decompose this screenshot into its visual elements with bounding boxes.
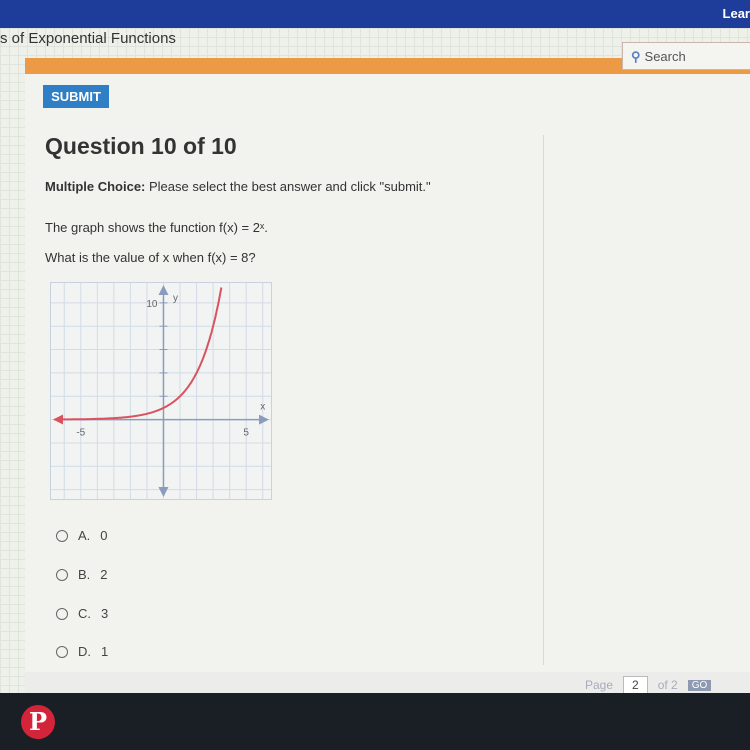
- x-axis-arrow: [259, 414, 269, 425]
- y-axis-arrow: [158, 285, 169, 295]
- pinterest-icon[interactable]: P: [21, 705, 55, 739]
- y-axis-label: y: [173, 293, 178, 304]
- option-letter: D.: [78, 644, 91, 659]
- question-prompt: The graph shows the function f(x) = 2ˣ.: [45, 220, 268, 235]
- radio-button[interactable]: [56, 607, 68, 620]
- function-graph: -5 5 10 x y: [50, 282, 272, 500]
- instructions: Multiple Choice: Please select the best …: [45, 179, 431, 194]
- curve-arrow: [53, 414, 63, 425]
- question-text: What is the value of x when f(x) = 8?: [45, 250, 256, 265]
- option-a[interactable]: A. 0: [56, 528, 108, 543]
- x-axis-label: x: [260, 402, 265, 413]
- go-button[interactable]: GO: [687, 679, 712, 691]
- radio-button[interactable]: [56, 568, 68, 581]
- y-axis-arrow: [158, 487, 169, 497]
- divider: [543, 135, 544, 665]
- breadcrumb: s of Exponential Functions: [0, 30, 176, 47]
- page-of-label: of 2: [657, 678, 678, 692]
- page-input[interactable]: 2: [623, 676, 648, 694]
- option-letter: A.: [78, 528, 91, 543]
- option-value: 1: [101, 644, 109, 659]
- logo: Lear: [722, 6, 750, 21]
- option-letter: B.: [78, 567, 91, 582]
- instruction-label: Multiple Choice:: [45, 179, 146, 194]
- option-d[interactable]: D. 1: [56, 644, 108, 659]
- search-placeholder: Search: [644, 49, 686, 64]
- page-label: Page: [585, 678, 614, 692]
- x-tick-label: -5: [76, 428, 85, 439]
- option-value: 3: [101, 606, 109, 621]
- radio-button[interactable]: [56, 529, 68, 542]
- submit-button[interactable]: SUBMIT: [43, 85, 109, 108]
- search-input[interactable]: ⚲ Search: [622, 42, 750, 70]
- option-value: 0: [100, 528, 108, 543]
- option-b[interactable]: B. 2: [56, 567, 108, 582]
- x-tick-label: 5: [243, 428, 249, 439]
- option-value: 2: [100, 567, 108, 582]
- footer: Page 2 of 2 GO: [25, 672, 750, 694]
- option-letter: C.: [78, 606, 91, 621]
- instruction-text: Please select the best answer and click …: [145, 179, 431, 194]
- y-tick-label: 10: [146, 299, 158, 310]
- option-c[interactable]: C. 3: [56, 606, 108, 621]
- pager: Page 2 of 2 GO: [585, 676, 712, 694]
- search-icon: ⚲: [631, 49, 641, 64]
- question-title: Question 10 of 10: [45, 133, 237, 159]
- radio-button[interactable]: [56, 645, 68, 658]
- graph-svg: -5 5 10 x y: [51, 283, 271, 499]
- top-bar: Lear: [0, 0, 750, 28]
- taskbar: [0, 693, 750, 750]
